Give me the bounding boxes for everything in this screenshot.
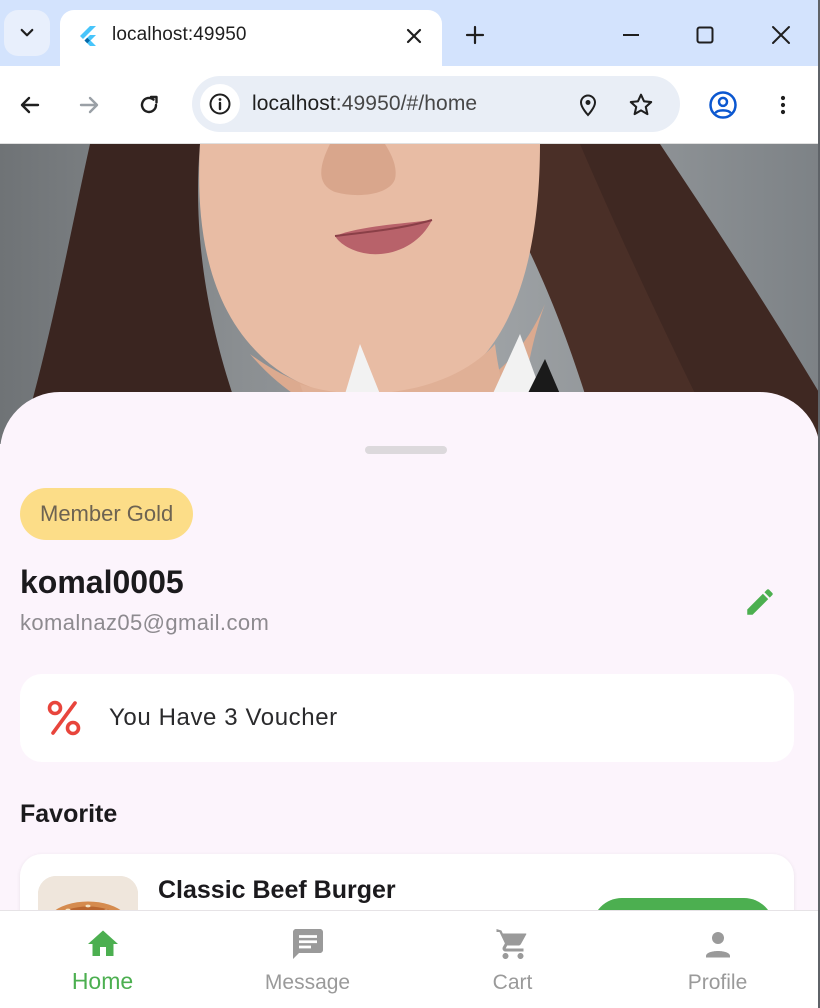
url-path: :49950/#/home [335,92,478,115]
location-button[interactable] [573,90,603,120]
favorite-item-name: Classic Beef Burger [158,876,396,904]
site-info-button[interactable] [200,84,240,124]
voucher-text: You Have 3 Voucher [109,704,338,731]
home-icon [84,925,122,963]
info-icon [209,93,231,115]
voucher-card[interactable]: You Have 3 Voucher [20,674,794,762]
nav-item-cart[interactable]: Cart [410,911,615,1008]
bookmark-button[interactable] [626,90,656,120]
plus-icon [465,25,485,45]
member-badge: Member Gold [20,488,194,540]
nav-label-home: Home [71,968,134,994]
username: komal0005 [20,564,184,600]
user-email: komalnaz05@gmail.com [20,610,270,635]
close-window-button[interactable] [764,18,798,52]
forward-button[interactable] [70,86,108,124]
tab-close-button[interactable] [400,22,428,50]
maximize-icon [696,26,714,44]
bottom-navigation-bar: Home Message Cart Profile [0,910,820,1008]
url-host: localhost [252,92,336,115]
pencil-icon [747,589,773,615]
nav-label-cart: Cart [492,971,533,994]
location-pin-icon [579,94,597,117]
tab-title: localhost:49950 [112,24,247,45]
nav-item-message[interactable]: Message [205,911,410,1008]
favorite-section-title: Favorite [20,800,118,828]
flutter-logo-icon [80,26,96,46]
forward-arrow-icon [79,96,99,114]
profile-button[interactable] [704,86,742,124]
drag-handle[interactable] [365,446,447,454]
close-icon [406,28,422,44]
close-window-icon [772,26,790,44]
edit-profile-button[interactable] [740,582,780,622]
person-icon [699,925,737,963]
address-bar[interactable]: localhost:49950/#/home [192,76,680,132]
maximize-button[interactable] [688,18,722,52]
minimize-button[interactable] [614,18,648,52]
url-text[interactable]: localhost:49950/#/home [252,92,477,116]
nav-item-profile[interactable]: Profile [615,911,820,1008]
nav-label-message: Message [264,971,351,994]
browser-tab-strip: localhost:49950 [0,0,820,66]
message-icon [289,925,327,963]
back-button[interactable] [11,86,49,124]
browser-menu-button[interactable] [764,86,802,124]
reload-button[interactable] [130,86,168,124]
more-vert-icon [780,95,786,115]
new-tab-button[interactable] [460,20,490,50]
app-viewport: Member Gold komal0005 komalnaz05@gmail.c… [0,144,820,1008]
tab-search-button[interactable] [4,10,50,56]
chevron-down-icon [20,28,34,37]
minimize-icon [623,34,639,36]
browser-tab-active[interactable]: localhost:49950 [60,10,442,66]
back-arrow-icon [20,96,40,114]
star-icon [629,93,653,116]
account-circle-icon [709,91,737,119]
nav-label-profile: Profile [687,971,748,994]
cart-icon [494,925,532,963]
percent-icon [47,700,81,736]
browser-toolbar: localhost:49950/#/home [0,66,820,144]
nav-item-home[interactable]: Home [0,911,205,1008]
reload-icon [140,95,158,114]
